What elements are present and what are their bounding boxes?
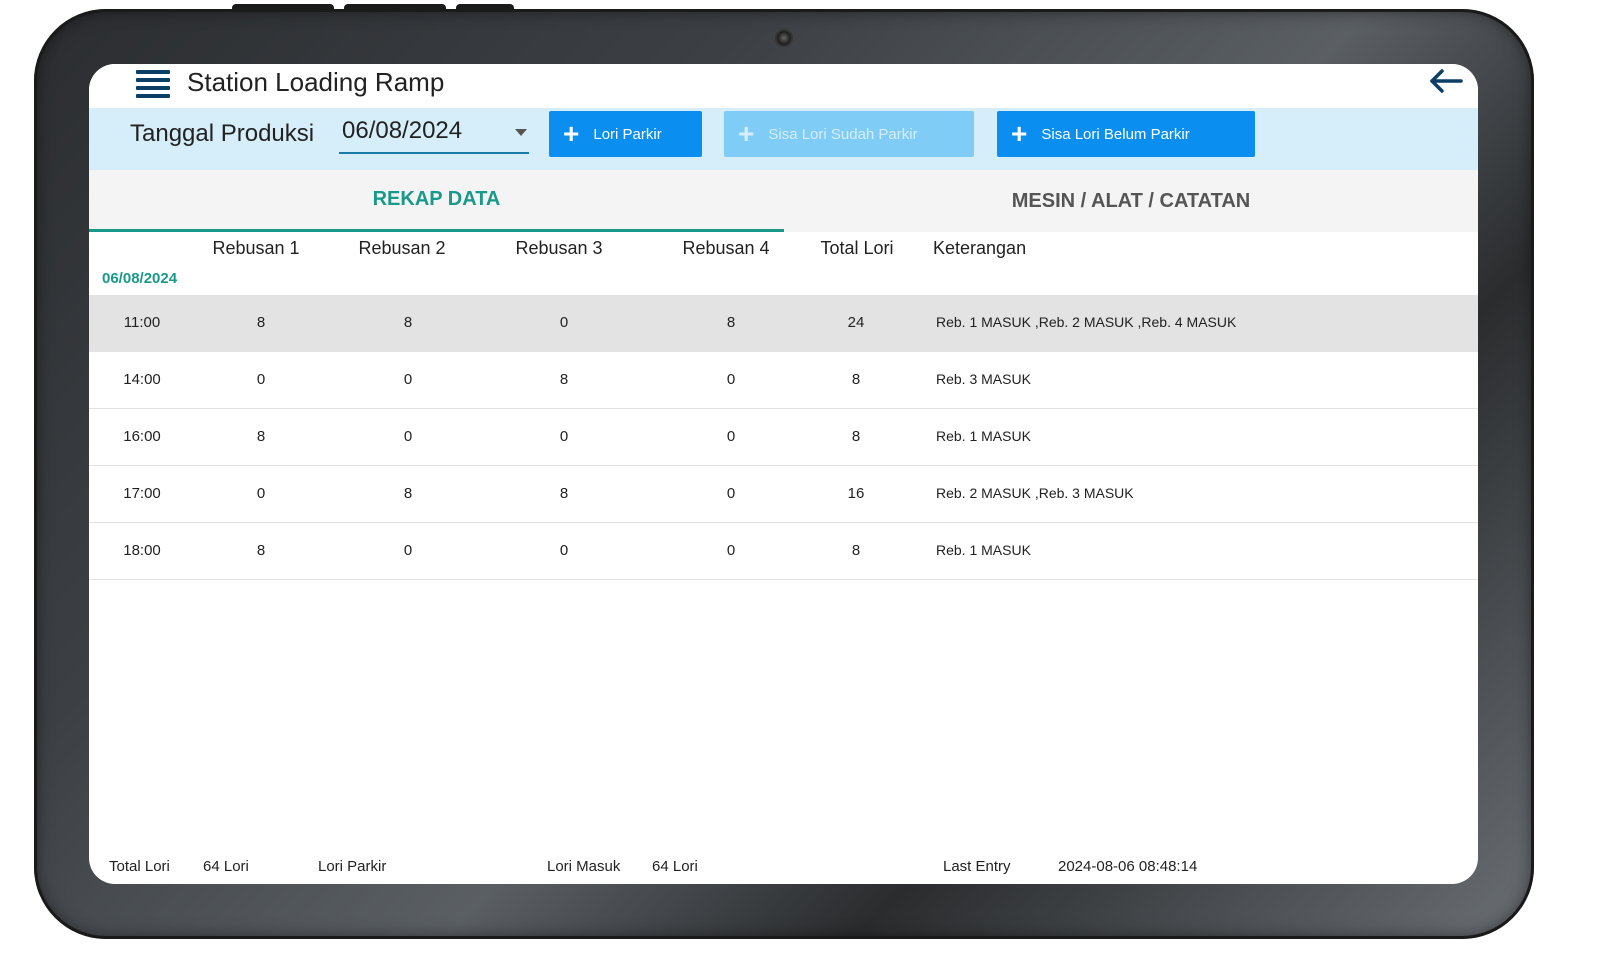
tab-bar: REKAP DATA MESIN / ALAT / CATATAN bbox=[89, 170, 1478, 232]
cell-rebusan-2: 0 bbox=[403, 371, 413, 388]
cell-rebusan-4: 0 bbox=[726, 485, 736, 502]
table-row[interactable]: 16:00 8 0 0 0 8 Reb. 1 MASUK bbox=[89, 409, 1478, 466]
cell-keterangan: Reb. 1 MASUK bbox=[936, 428, 1031, 444]
column-header-keterangan: Keterangan bbox=[933, 238, 1027, 258]
production-date-select[interactable]: 06/08/2024 bbox=[339, 114, 529, 154]
plus-icon: + bbox=[738, 118, 755, 149]
column-header-rebusan-4: Rebusan 4 bbox=[682, 238, 770, 258]
sisa-lori-sudah-parkir-button-label: Sisa Lori Sudah Parkir bbox=[768, 125, 918, 143]
total-lori-value: 64 Lori bbox=[203, 858, 249, 875]
lori-parkir-button[interactable]: + Lori Parkir bbox=[549, 111, 702, 157]
cell-total-lori: 8 bbox=[851, 428, 861, 445]
cell-rebusan-2: 0 bbox=[403, 428, 413, 445]
cell-total-lori: 8 bbox=[851, 542, 861, 559]
column-header-total-lori: Total Lori bbox=[820, 238, 894, 258]
cell-keterangan: Reb. 1 MASUK bbox=[936, 542, 1031, 558]
production-date-label: Tanggal Produksi bbox=[130, 120, 315, 147]
cell-rebusan-1: 8 bbox=[256, 428, 266, 445]
cell-rebusan-1: 0 bbox=[256, 485, 266, 502]
cell-time: 16:00 bbox=[123, 428, 161, 445]
caret-down-icon bbox=[515, 129, 527, 136]
table-row[interactable]: 17:00 0 8 8 0 16 Reb. 2 MASUK ,Reb. 3 MA… bbox=[89, 466, 1478, 523]
production-date-value: 06/08/2024 bbox=[342, 117, 463, 144]
cell-rebusan-4: 8 bbox=[726, 314, 736, 331]
cell-keterangan: Reb. 1 MASUK ,Reb. 2 MASUK ,Reb. 4 MASUK bbox=[936, 314, 1237, 330]
cell-rebusan-1: 0 bbox=[256, 371, 266, 388]
filter-bar: Tanggal Produksi 06/08/2024 + Lori Parki… bbox=[89, 108, 1478, 170]
lori-parkir-label: Lori Parkir bbox=[318, 858, 387, 875]
column-header-rebusan-3: Rebusan 3 bbox=[515, 238, 603, 258]
table-row[interactable]: 18:00 8 0 0 0 8 Reb. 1 MASUK bbox=[89, 523, 1478, 580]
cell-rebusan-3: 0 bbox=[559, 542, 569, 559]
plus-icon: + bbox=[563, 118, 580, 149]
plus-icon: + bbox=[1011, 118, 1028, 149]
title-bar: Station Loading Ramp bbox=[89, 64, 1478, 108]
tab-mesin-alat-catatan[interactable]: MESIN / ALAT / CATATAN bbox=[784, 170, 1478, 232]
tab-rekap-data[interactable]: REKAP DATA bbox=[89, 170, 784, 232]
sisa-lori-sudah-parkir-button[interactable]: + Sisa Lori Sudah Parkir bbox=[724, 111, 974, 157]
last-entry-label: Last Entry bbox=[943, 858, 1011, 875]
cell-rebusan-1: 8 bbox=[256, 542, 266, 559]
cell-rebusan-4: 0 bbox=[726, 371, 736, 388]
cell-total-lori: 24 bbox=[847, 314, 865, 331]
arrow-left-icon[interactable] bbox=[1428, 68, 1464, 94]
cell-rebusan-1: 8 bbox=[256, 314, 266, 331]
cell-time: 14:00 bbox=[123, 371, 161, 388]
cell-rebusan-2: 0 bbox=[403, 542, 413, 559]
cell-rebusan-3: 0 bbox=[559, 314, 569, 331]
cell-rebusan-3: 8 bbox=[559, 485, 569, 502]
camera-icon bbox=[775, 29, 793, 47]
hamburger-menu-icon[interactable] bbox=[136, 68, 170, 98]
cell-total-lori: 16 bbox=[847, 485, 865, 502]
sisa-lori-belum-parkir-button[interactable]: + Sisa Lori Belum Parkir bbox=[997, 111, 1255, 157]
cell-rebusan-2: 8 bbox=[403, 485, 413, 502]
lori-masuk-value: 64 Lori bbox=[652, 858, 698, 875]
cell-rebusan-2: 8 bbox=[403, 314, 413, 331]
cell-time: 11:00 bbox=[123, 314, 161, 331]
cell-time: 18:00 bbox=[123, 542, 161, 559]
page-title: Station Loading Ramp bbox=[187, 67, 445, 97]
column-header-rebusan-2: Rebusan 2 bbox=[358, 238, 446, 258]
cell-keterangan: Reb. 2 MASUK ,Reb. 3 MASUK bbox=[936, 485, 1134, 501]
summary-footer: Total Lori 64 Lori Lori Parkir Lori Masu… bbox=[89, 858, 1478, 878]
last-entry-value: 2024-08-06 08:48:14 bbox=[1058, 858, 1198, 875]
sisa-lori-belum-parkir-button-label: Sisa Lori Belum Parkir bbox=[1041, 125, 1190, 143]
table-row[interactable]: 11:00 8 8 0 8 24 Reb. 1 MASUK ,Reb. 2 MA… bbox=[89, 295, 1478, 352]
cell-rebusan-4: 0 bbox=[726, 428, 736, 445]
cell-rebusan-3: 8 bbox=[559, 371, 569, 388]
lori-parkir-button-label: Lori Parkir bbox=[593, 125, 662, 143]
lori-masuk-label: Lori Masuk bbox=[547, 858, 621, 875]
cell-time: 17:00 bbox=[123, 485, 161, 502]
cell-rebusan-4: 0 bbox=[726, 542, 736, 559]
total-lori-label: Total Lori bbox=[109, 858, 170, 875]
cell-total-lori: 8 bbox=[851, 371, 861, 388]
app-screen: Station Loading Ramp Tanggal Produksi 06… bbox=[89, 64, 1478, 884]
cell-rebusan-3: 0 bbox=[559, 428, 569, 445]
date-group-header: 06/08/2024 bbox=[102, 270, 178, 287]
table-row[interactable]: 14:00 0 0 8 0 8 Reb. 3 MASUK bbox=[89, 352, 1478, 409]
cell-keterangan: Reb. 3 MASUK bbox=[936, 371, 1031, 387]
column-header-rebusan-1: Rebusan 1 bbox=[212, 238, 300, 258]
